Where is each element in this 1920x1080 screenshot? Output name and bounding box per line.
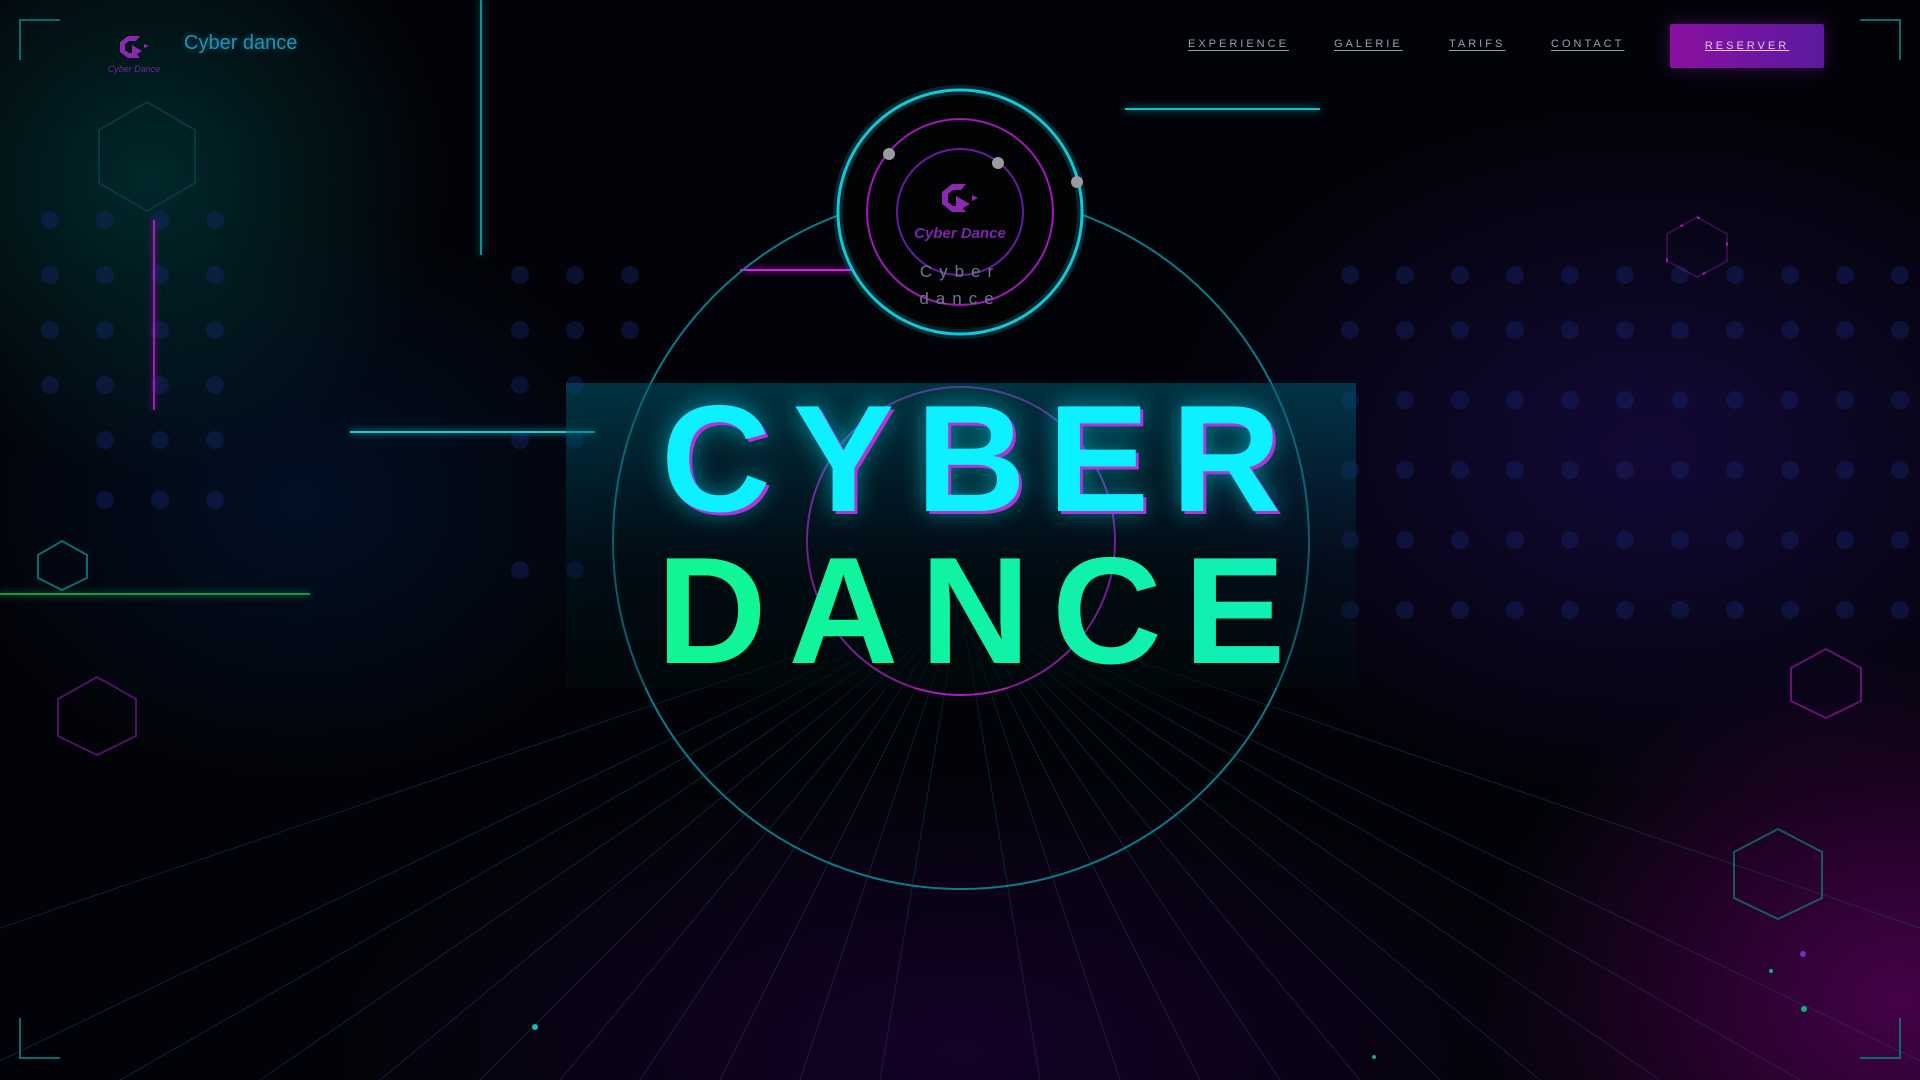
emblem-text-line1: Cyber	[919, 262, 1001, 281]
emblem-text-line2: dance	[919, 289, 1001, 308]
particles	[532, 951, 1807, 1059]
svg-text:Cyber Dance: Cyber Dance	[108, 64, 161, 74]
cyber-dance-logo-icon: Cyber Dance	[108, 36, 161, 74]
nav-link-experience[interactable]: EXPERIENCE	[1188, 38, 1289, 50]
hero-title-line2: DANCE	[0, 535, 1920, 687]
hero-title-line1: CYBER	[660, 374, 1304, 544]
nav-link-contact[interactable]: CONTACT	[1551, 38, 1624, 50]
nav-link-tarifs[interactable]: TARIFS	[1449, 38, 1505, 50]
header-logo[interactable]: Cyber Dance	[100, 18, 168, 76]
reserver-button[interactable]: RESERVER	[1670, 24, 1824, 68]
nav-link-galerie[interactable]: GALERIE	[1334, 38, 1403, 50]
brand-name-link[interactable]: Cyber dance	[184, 32, 297, 55]
